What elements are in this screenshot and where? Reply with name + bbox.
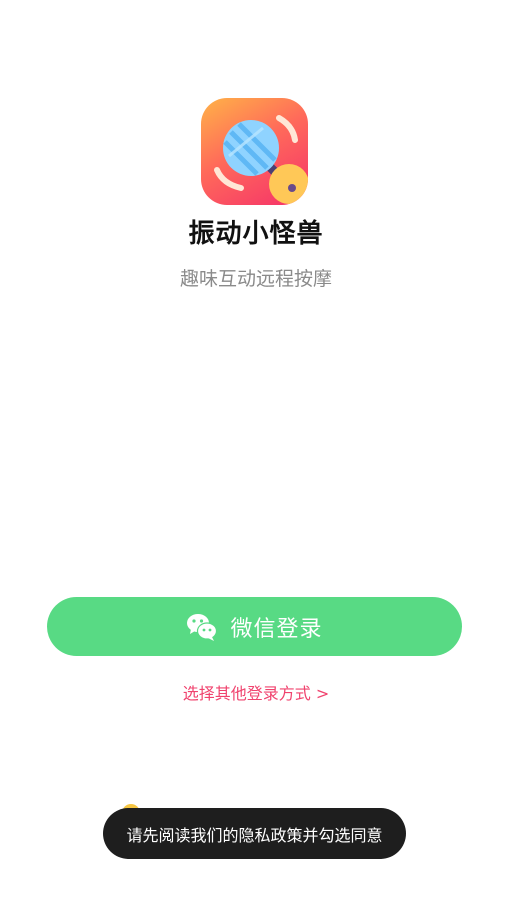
app-logo-icon [201, 98, 308, 205]
wechat-login-button[interactable]: 微信登录 [47, 597, 462, 656]
app-name: 振动小怪兽 [188, 219, 324, 249]
login-screen: 振动小怪兽 趣味互动远程按摩 微信登录 选择其他登录方式 > 请先阅读我们的隐私… [0, 0, 512, 909]
other-login-link[interactable]: 选择其他登录方式 > [0, 680, 512, 704]
app-slogan: 趣味互动远程按摩 [179, 268, 332, 290]
toast: 请先阅读我们的隐私政策并勾选同意 [103, 808, 406, 859]
wechat-icon [186, 612, 218, 642]
wechat-login-label: 微信登录 [230, 616, 323, 642]
toast-message: 请先阅读我们的隐私政策并勾选同意 [126, 825, 383, 845]
